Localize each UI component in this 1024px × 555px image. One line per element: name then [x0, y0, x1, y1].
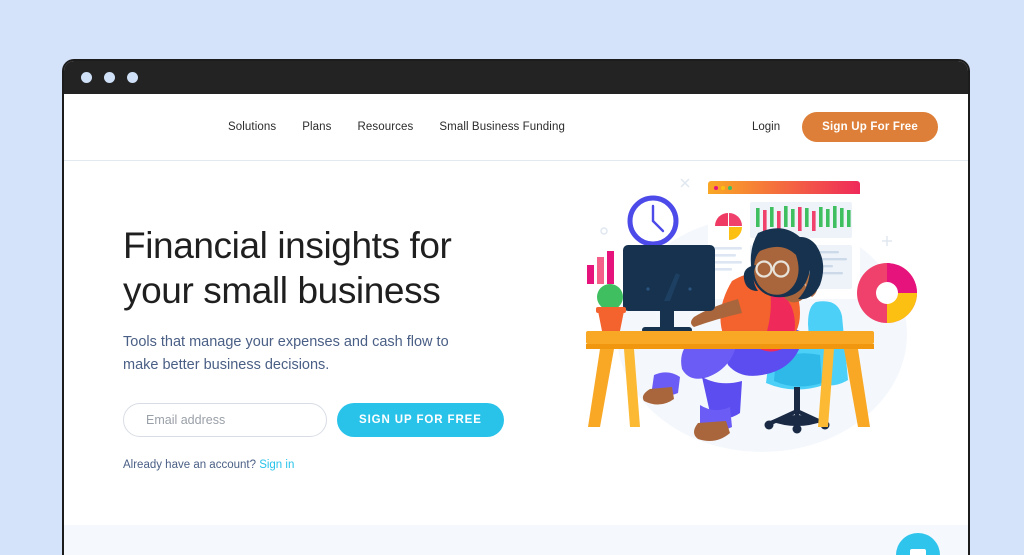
- window-minimize-dot[interactable]: [104, 72, 115, 83]
- nav-actions-group: Login Sign Up For Free: [752, 94, 938, 160]
- sign-in-link[interactable]: Sign in: [259, 459, 294, 471]
- hero-illustration: [580, 169, 940, 454]
- signup-form: SIGN UP FOR FREE: [123, 403, 523, 438]
- existing-account-prompt: Already have an account? Sign in: [123, 459, 523, 471]
- email-input[interactable]: [123, 403, 327, 438]
- nav-links-group: Solutions Plans Resources Small Business…: [228, 94, 565, 160]
- subhead-line-1: Tools that manage your expenses and cash…: [123, 334, 449, 351]
- hero-copy: Financial insights for your small busine…: [123, 223, 523, 471]
- nav-signup-button[interactable]: Sign Up For Free: [802, 112, 938, 142]
- window-close-dot[interactable]: [81, 72, 92, 83]
- headline-line-2: your small business: [123, 270, 441, 312]
- window-maximize-dot[interactable]: [127, 72, 138, 83]
- page-title: Financial insights for your small busine…: [123, 223, 523, 313]
- chat-bubble-icon[interactable]: [896, 533, 940, 555]
- nav-item-solutions[interactable]: Solutions: [228, 121, 276, 133]
- hero-signup-button[interactable]: SIGN UP FOR FREE: [337, 403, 504, 438]
- bar-chart-icon: [587, 251, 614, 284]
- hero-subheadline: Tools that manage your expenses and cash…: [123, 331, 488, 376]
- site-navigation-bar: Solutions Plans Resources Small Business…: [64, 94, 968, 161]
- donut-chart-icon: [857, 263, 917, 323]
- account-prompt-text: Already have an account?: [123, 459, 256, 472]
- browser-titlebar: [64, 61, 968, 94]
- headline-line-1: Financial insights for: [123, 225, 452, 266]
- nav-item-plans[interactable]: Plans: [302, 121, 331, 133]
- clock-icon: [627, 195, 679, 247]
- subhead-line-2: make better business decisions.: [123, 356, 330, 373]
- login-link[interactable]: Login: [752, 121, 780, 133]
- nav-item-resources[interactable]: Resources: [358, 121, 414, 133]
- browser-window: Solutions Plans Resources Small Business…: [62, 59, 970, 555]
- nav-item-small-business-funding[interactable]: Small Business Funding: [439, 121, 565, 133]
- page-bottom-strip: [64, 525, 968, 555]
- hero-section: Financial insights for your small busine…: [64, 161, 968, 555]
- decorative-circle: [600, 227, 608, 235]
